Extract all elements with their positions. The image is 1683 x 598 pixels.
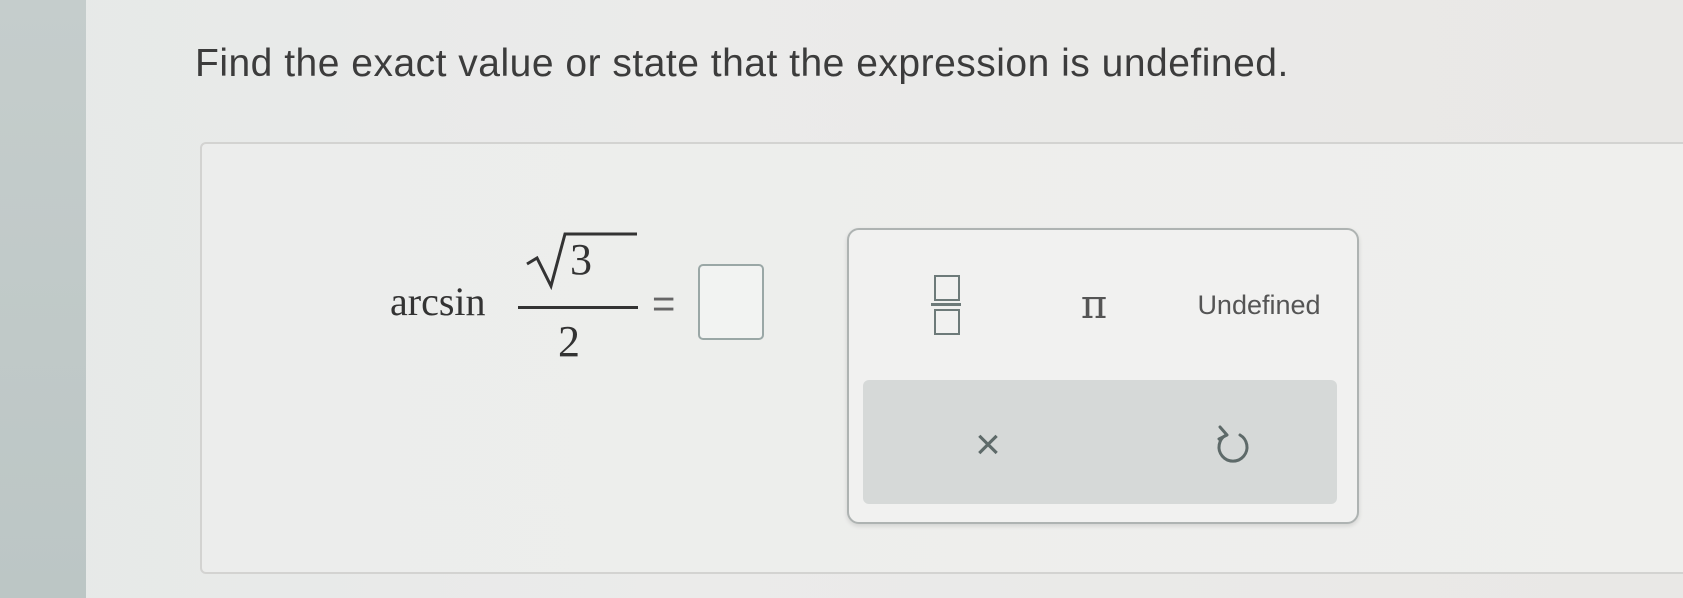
math-keypad: π Undefined × [847, 228, 1359, 524]
fraction-button[interactable] [911, 260, 981, 350]
pi-button[interactable]: π [1059, 270, 1129, 340]
undo-button[interactable] [1198, 410, 1268, 480]
equals-sign: = [652, 282, 676, 326]
radicand: 3 [570, 235, 592, 284]
page: Find the exact value or state that the e… [0, 0, 1683, 598]
left-sidebar-strip [0, 0, 86, 598]
clear-button[interactable]: × [953, 410, 1023, 480]
fraction-icon [931, 265, 961, 345]
function-name: arcsin [390, 279, 486, 324]
keypad-footer: × [863, 380, 1337, 504]
answer-input[interactable] [698, 264, 764, 340]
question-prompt: Find the exact value or state that the e… [195, 42, 1289, 85]
undefined-button[interactable]: Undefined [1179, 275, 1339, 335]
denominator: 2 [558, 317, 580, 366]
fraction-bar [518, 306, 638, 309]
undo-icon [1217, 425, 1249, 463]
